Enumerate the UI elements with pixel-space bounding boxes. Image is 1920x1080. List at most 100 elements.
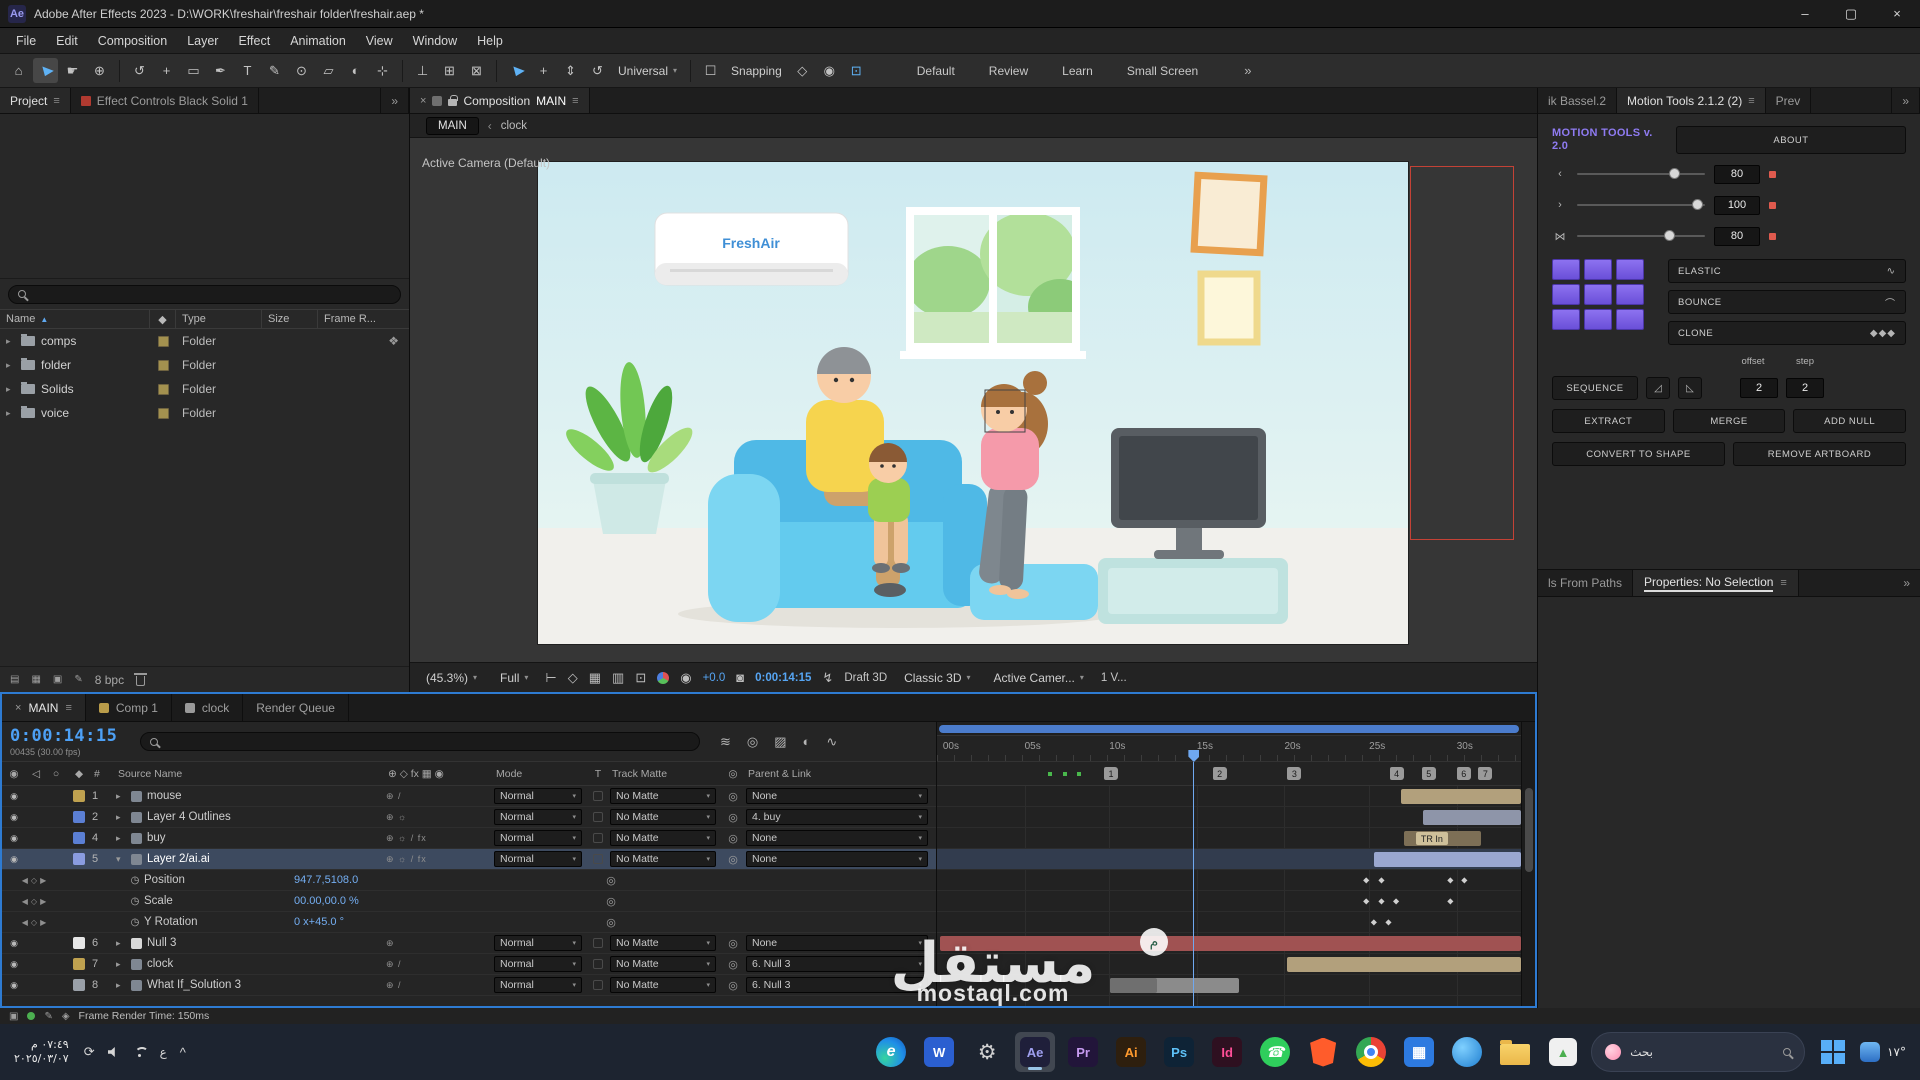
ease-in-slider[interactable] — [1577, 173, 1705, 175]
resolution-select[interactable]: Full▾ — [494, 671, 534, 685]
column-source-name[interactable]: Source Name — [116, 762, 386, 785]
track-matte-select[interactable]: No Matte — [610, 851, 716, 867]
anchor-cell[interactable] — [1552, 309, 1580, 330]
taskbar-edge[interactable]: e — [871, 1032, 911, 1072]
expander-icon[interactable]: ▸ — [116, 959, 126, 970]
blend-mode-select[interactable]: Normal — [494, 788, 582, 804]
parent-pickwhip-icon[interactable]: ◎ — [720, 790, 746, 803]
panel-overflow-icon[interactable]: » — [1893, 570, 1920, 596]
minimize-button[interactable]: – — [1782, 0, 1828, 28]
layer-switches[interactable]: ⊕ ☼ / fx — [386, 833, 494, 844]
property-pickwhip-icon[interactable]: ◎ — [598, 895, 624, 908]
composition-viewport[interactable]: Active Camera (Default) — [410, 138, 1537, 662]
blend-mode-select[interactable]: Normal — [494, 956, 582, 972]
track-matte-select[interactable]: No Matte — [610, 977, 716, 993]
layer-switches[interactable]: ⊕ — [386, 938, 494, 949]
keyframe-icon[interactable]: ◆ — [1378, 876, 1384, 885]
eye-icon[interactable]: ◉ — [2, 938, 26, 949]
tray-chevron-icon[interactable]: ^ — [180, 1045, 186, 1060]
type-tool-icon[interactable]: T — [235, 58, 260, 83]
channel-icon[interactable] — [657, 672, 669, 684]
expander-icon[interactable]: ▸ — [116, 812, 126, 823]
property-value[interactable]: 947.7,5108.0 — [294, 874, 598, 886]
layer-switches[interactable]: ⊕ / — [386, 980, 494, 991]
taskbar-explorer[interactable] — [1495, 1032, 1535, 1072]
expander-icon[interactable]: ▸ — [116, 980, 126, 991]
layer-switches[interactable]: ⊕ ☼ / fx — [386, 854, 494, 865]
layer-row-layer2-aiai[interactable]: ◉ 5 ▾Layer 2/ai.ai ⊕ ☼ / fx Normal No Ma… — [2, 849, 936, 870]
tab-composition-main[interactable]: × Composition MAIN ≡ — [410, 88, 590, 113]
close-tab-icon[interactable]: × — [15, 702, 21, 714]
universal-camera-select[interactable]: Universal▾ — [612, 64, 683, 78]
column-label-icon[interactable]: ◆ — [150, 310, 176, 328]
column-number[interactable]: # — [92, 762, 116, 785]
menu-file[interactable]: File — [6, 34, 46, 48]
keyframe-icon[interactable]: ◆ — [1363, 876, 1369, 885]
preserve-transparency-toggle[interactable] — [593, 938, 603, 948]
property-name[interactable]: Scale — [144, 895, 294, 907]
panel-menu-icon[interactable]: ≡ — [1780, 577, 1786, 589]
panel-menu-icon[interactable]: ≡ — [53, 95, 59, 107]
anchor-cell[interactable] — [1616, 259, 1644, 280]
parent-pickwhip-icon[interactable]: ◎ — [720, 832, 746, 845]
tab-properties[interactable]: Properties: No Selection≡ — [1632, 570, 1799, 596]
add-null-button[interactable]: ADD NULL — [1793, 409, 1906, 433]
eye-icon[interactable]: ◉ — [2, 980, 26, 991]
property-row-position[interactable]: ◀◇▶ ◷ Position 947.7,5108.0 ◎ — [2, 870, 936, 891]
bounce-button[interactable]: BOUNCE⌒ — [1668, 290, 1906, 314]
camera-dolly-icon[interactable]: ⇕ — [558, 58, 583, 83]
layer-row-layer4-outlines[interactable]: ◉ 2 ▸Layer 4 Outlines ⊕ ☼ Normal No Matt… — [2, 807, 936, 828]
time-ruler[interactable]: 00s 05s 10s 15s 20s 25s 30s — [937, 736, 1521, 762]
parent-pickwhip-icon[interactable]: ◎ — [720, 937, 746, 950]
parent-pickwhip-icon[interactable]: ◎ — [720, 958, 746, 971]
label-color[interactable] — [73, 853, 85, 865]
blend-mode-select[interactable]: Normal — [494, 830, 582, 846]
zoom-tool-icon[interactable]: ⊕ — [87, 58, 112, 83]
layer-row-what-if-solution[interactable]: ◉ 8 ▸What If_Solution 3 ⊕ / Normal No Ma… — [2, 975, 936, 996]
eraser-tool-icon[interactable]: ▱ — [316, 58, 341, 83]
keyframe-icon[interactable]: ◆ — [1447, 876, 1453, 885]
add-keyframe-icon[interactable]: ◇ — [31, 918, 37, 927]
project-row-folder[interactable]: ▸folder Folder — [0, 353, 409, 377]
layer-bar[interactable] — [940, 936, 1521, 951]
parent-select[interactable]: None — [746, 935, 928, 951]
guides-icon[interactable]: ▥ — [612, 670, 624, 686]
trash-icon[interactable] — [136, 676, 145, 686]
column-type[interactable]: Type — [176, 310, 262, 328]
clone-button[interactable]: CLONE◆◆◆ — [1668, 321, 1906, 345]
selection-tool-icon[interactable]: ▶ — [33, 58, 58, 83]
comp-marker[interactable]: 2 — [1213, 767, 1227, 780]
project-row-comps[interactable]: ▸comps Folder ❖ — [0, 329, 409, 353]
tab-motion-tools[interactable]: Motion Tools 2.1.2 (2)≡ — [1617, 88, 1766, 113]
next-keyframe-icon[interactable]: ▶ — [40, 918, 46, 927]
column-track-matte[interactable]: Track Matte — [610, 762, 720, 785]
label-color[interactable] — [73, 937, 85, 949]
label-swatch[interactable] — [158, 360, 169, 371]
preserve-transparency-toggle[interactable] — [593, 791, 603, 801]
column-preserve-transparency[interactable]: T — [586, 762, 610, 785]
snapping-checkbox[interactable]: ☐ — [698, 58, 723, 83]
parent-pickwhip-icon[interactable]: ◎ — [720, 853, 746, 866]
track-y-rotation-keys[interactable]: ◆ ◆ — [937, 912, 1521, 933]
keyframe-icon[interactable]: ◆ — [1447, 897, 1453, 906]
column-switches[interactable]: ⊕ ◇ fx ▦ ◉ — [386, 762, 494, 785]
comp-marker[interactable]: 3 — [1287, 767, 1301, 780]
blend-mode-select[interactable]: Normal — [494, 809, 582, 825]
preserve-transparency-toggle[interactable] — [593, 959, 603, 969]
layer-row-mouse[interactable]: ◉ 1 ▸mouse ⊕ / Normal No Matte ◎ None — [2, 786, 936, 807]
comp-marker[interactable]: 5 — [1422, 767, 1436, 780]
tab-from-paths[interactable]: ls From Paths — [1538, 570, 1632, 596]
property-value[interactable]: 0 x+45.0 ° — [294, 916, 598, 928]
stopwatch-icon[interactable]: ◷ — [126, 917, 144, 928]
stopwatch-icon[interactable]: ◷ — [126, 896, 144, 907]
motion-blur-icon[interactable]: ◐ — [803, 734, 811, 750]
layer-bar[interactable] — [1401, 789, 1521, 804]
taskbar-whatsapp[interactable]: ☎ — [1255, 1032, 1295, 1072]
prev-keyframe-icon[interactable]: ◀ — [22, 918, 28, 927]
tab-timeline-main[interactable]: ×MAIN≡ — [2, 694, 86, 721]
workspace-overflow-icon[interactable]: » — [1244, 63, 1253, 78]
keyframe-icon[interactable]: ◆ — [1385, 918, 1391, 927]
comp-marker[interactable]: 7 — [1478, 767, 1492, 780]
track-matte-select[interactable]: No Matte — [610, 956, 716, 972]
parent-select[interactable]: None — [746, 788, 928, 804]
